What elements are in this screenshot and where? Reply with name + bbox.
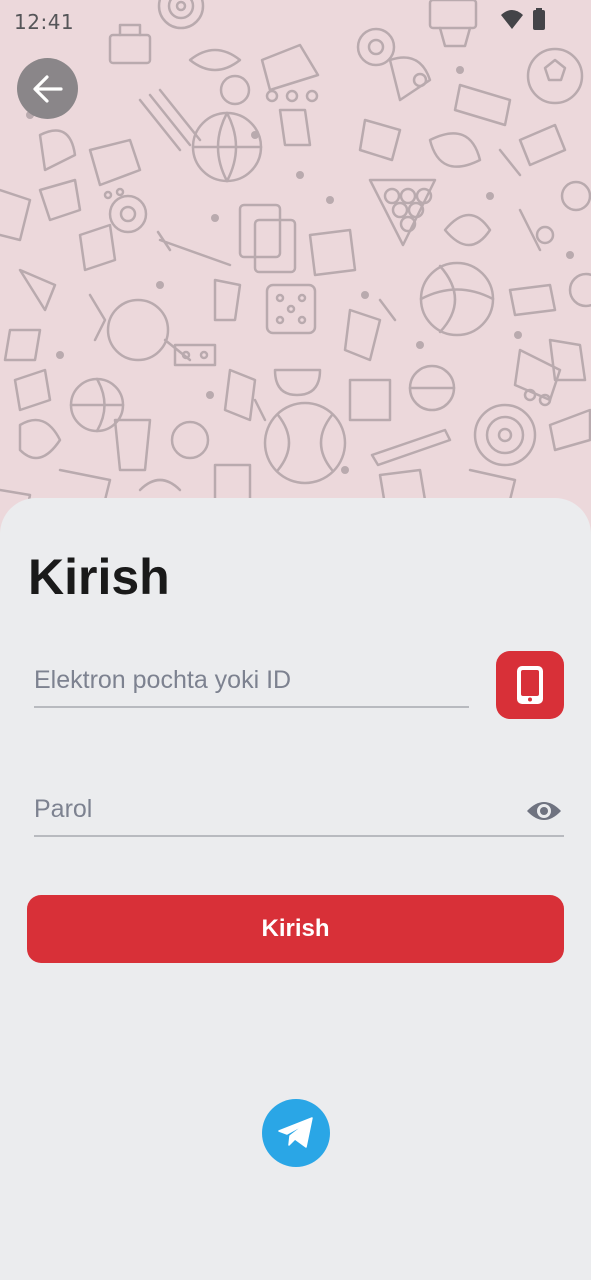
eye-icon [527, 802, 561, 820]
status-time: 12:41 [14, 10, 75, 34]
status-bar: 12:41 [0, 0, 591, 44]
email-field-container [34, 654, 469, 708]
login-submit-button[interactable]: Kirish [27, 895, 564, 963]
status-icons [501, 8, 545, 30]
battery-icon [533, 8, 545, 30]
phone-login-button[interactable] [496, 651, 564, 719]
email-input[interactable] [34, 654, 469, 706]
password-toggle-button[interactable] [524, 796, 564, 826]
page-title: Kirish [28, 549, 170, 605]
password-input[interactable] [34, 783, 564, 835]
back-button[interactable] [17, 58, 78, 119]
sports-pattern-background [0, 0, 591, 522]
smartphone-icon [517, 666, 543, 704]
telegram-icon [278, 1117, 313, 1148]
telegram-login-button[interactable] [262, 1099, 330, 1167]
arrow-left-icon [32, 74, 63, 103]
hero-background: 12:41 [0, 0, 591, 560]
password-field-container [34, 783, 564, 837]
wifi-icon [501, 10, 523, 29]
